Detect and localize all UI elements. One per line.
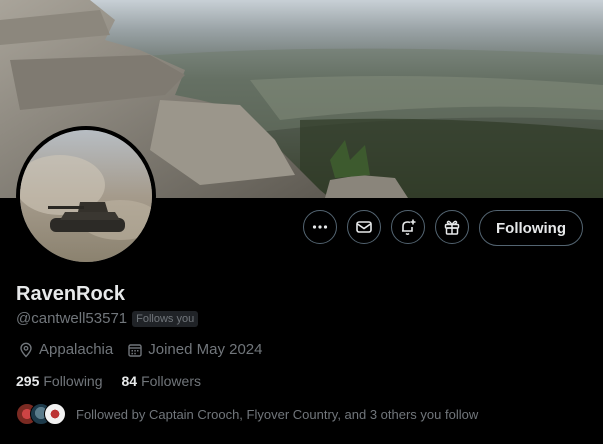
profile-meta: Appalachia Joined May 2024 — [18, 341, 276, 358]
followers-stat-link[interactable]: 84 Followers — [122, 373, 201, 389]
followers-count: 84 — [121, 373, 138, 389]
gift-icon — [444, 220, 460, 235]
calendar-icon — [128, 343, 142, 357]
profile-stats: 295 Following 84 Followers — [16, 373, 220, 389]
joined-text: Joined May 2024 — [148, 341, 263, 358]
profile-avatar[interactable] — [16, 126, 156, 266]
notifications-button[interactable] — [391, 210, 425, 244]
profile-handle: @cantwell53571 — [16, 310, 128, 327]
location-item: Appalachia — [18, 341, 113, 358]
following-button[interactable]: Following — [479, 210, 583, 246]
joined-item: Joined May 2024 — [127, 341, 262, 358]
followed-by-text: Followed by Captain Crooch, Flyover Coun… — [76, 406, 479, 422]
handle-row: @cantwell53571 Follows you — [16, 310, 199, 327]
more-options-button[interactable] — [303, 210, 337, 244]
avatar-tank-image — [20, 130, 152, 262]
follower-avatar — [44, 403, 66, 425]
profile-display-name: RavenRock — [16, 283, 125, 305]
location-pin-icon — [20, 342, 32, 357]
following-label: Following — [43, 373, 103, 389]
message-button[interactable] — [347, 210, 381, 244]
more-horizontal-icon — [312, 225, 328, 229]
following-count: 295 — [16, 373, 40, 389]
following-stat-link[interactable]: 295 Following — [16, 373, 103, 389]
followed-by-row[interactable]: Followed by Captain Crooch, Flyover Coun… — [16, 403, 478, 425]
envelope-icon — [356, 221, 372, 233]
bell-plus-icon — [402, 219, 416, 235]
subscribe-button[interactable] — [435, 210, 469, 244]
follows-you-badge: Follows you — [132, 310, 199, 327]
followed-by-avatars — [16, 403, 68, 425]
location-text: Appalachia — [39, 341, 114, 358]
followers-label: Followers — [141, 373, 201, 389]
